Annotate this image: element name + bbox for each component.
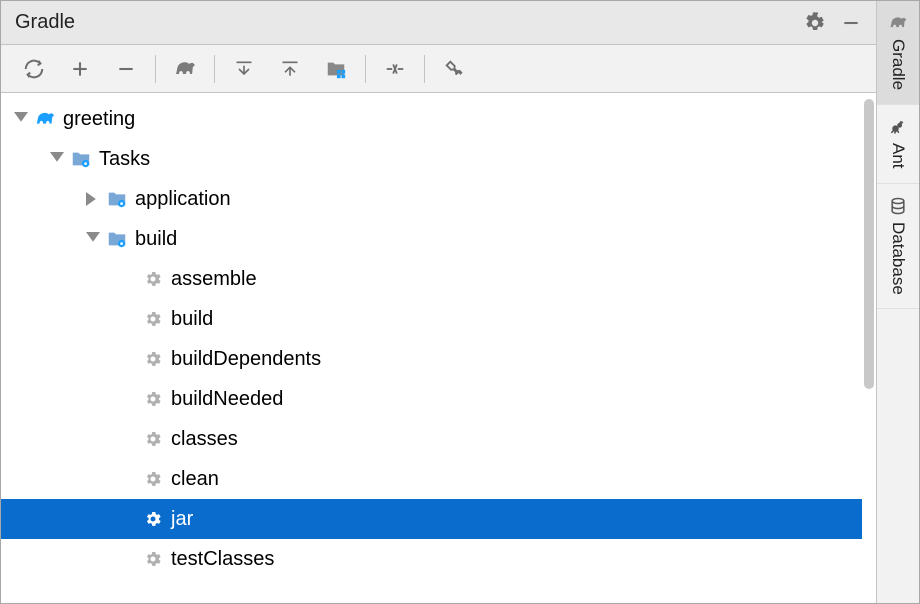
panel-title: Gradle [15,11,75,34]
scrollbar[interactable] [862,93,876,603]
elephant-icon [886,11,910,35]
gear-icon [141,347,165,371]
tree-label: classes [171,428,238,451]
gear-icon [141,427,165,451]
tree-row-tasks-group[interactable]: Tasks [1,139,862,179]
offline-mode-icon[interactable] [378,52,412,86]
tree-label: buildDependents [171,348,321,371]
tab-gradle[interactable]: Gradle [877,1,919,105]
refresh-icon[interactable] [17,52,51,86]
tree-label: Tasks [99,148,150,171]
tree-label: application [135,188,231,211]
chevron-down-icon[interactable] [47,149,67,169]
tree-label: build [171,308,213,331]
tab-label: Ant [888,143,908,169]
toolbar [1,45,876,93]
remove-icon[interactable] [109,52,143,86]
gear-icon [141,387,165,411]
elephant-icon [33,107,57,131]
tree-label: assemble [171,268,257,291]
tree-label: jar [171,508,193,531]
folder-gear-icon [105,227,129,251]
project-folder-icon[interactable] [319,52,353,86]
tab-label: Database [888,222,908,295]
wrench-icon[interactable] [437,52,471,86]
tree-row-task[interactable]: build [1,299,862,339]
tree-label: greeting [63,108,135,131]
chevron-down-icon[interactable] [11,109,31,129]
minimize-icon[interactable] [838,10,864,36]
add-icon[interactable] [63,52,97,86]
folder-gear-icon [69,147,93,171]
tab-database[interactable]: Database [877,184,919,310]
database-icon [886,194,910,218]
tree-label: build [135,228,177,251]
tree-label: clean [171,468,219,491]
tree-row-task[interactable]: testClasses [1,539,862,579]
tree-row-application[interactable]: application [1,179,862,219]
chevron-down-icon[interactable] [83,229,103,249]
tab-ant[interactable]: Ant [877,105,919,184]
gear-icon [141,307,165,331]
ant-icon [886,115,910,139]
right-tab-bar: Gradle Ant Database [877,1,919,603]
tree-row-task-selected[interactable]: jar [1,499,862,539]
tab-label: Gradle [888,39,908,90]
chevron-right-icon[interactable] [83,189,103,209]
tree-row-task[interactable]: clean [1,459,862,499]
tree-label: testClasses [171,548,274,571]
tree-row-project[interactable]: greeting [1,99,862,139]
tree-row-task[interactable]: buildNeeded [1,379,862,419]
tree-row-task[interactable]: classes [1,419,862,459]
tree-label: buildNeeded [171,388,283,411]
tree-row-task[interactable]: buildDependents [1,339,862,379]
tree-row-task[interactable]: assemble [1,259,862,299]
gear-icon [141,547,165,571]
scrollbar-thumb[interactable] [864,99,874,389]
tree-view[interactable]: greeting Tasks [1,93,862,603]
gear-icon [141,267,165,291]
panel-header: Gradle [1,1,876,45]
gear-icon [141,507,165,531]
gradle-elephant-icon[interactable] [168,52,202,86]
folder-gear-icon [105,187,129,211]
collapse-all-icon[interactable] [273,52,307,86]
settings-icon[interactable] [802,10,828,36]
tree-row-build-group[interactable]: build [1,219,862,259]
expand-all-icon[interactable] [227,52,261,86]
gear-icon [141,467,165,491]
